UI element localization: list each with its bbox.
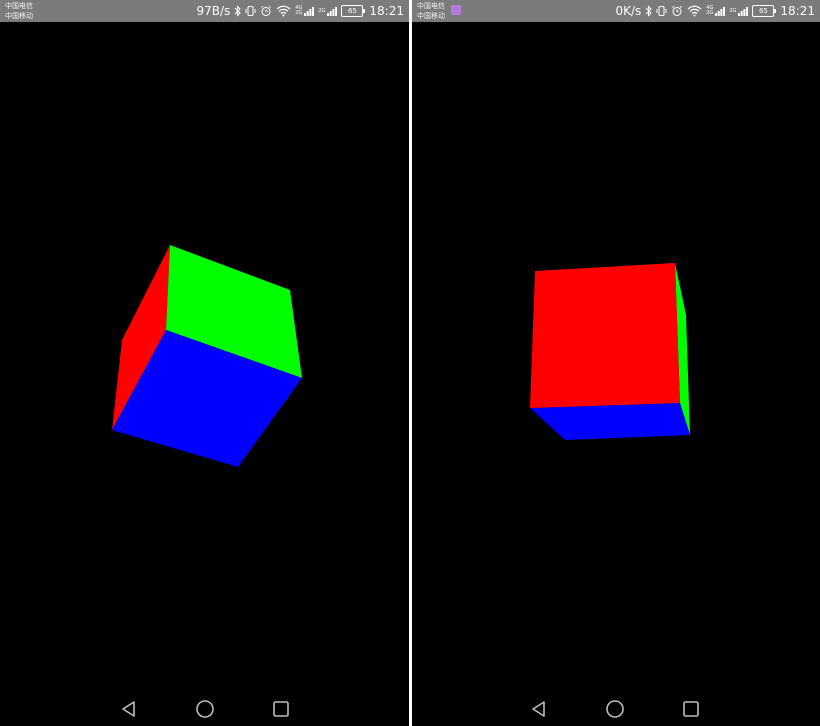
network-type-2g-second: 2G <box>729 7 737 14</box>
network-type-label-2: 2G <box>729 7 737 14</box>
cube-face-front <box>530 263 680 408</box>
recents-button[interactable] <box>268 696 294 722</box>
vibrate-icon <box>245 5 256 17</box>
network-type-label: 4G 2G <box>295 6 302 16</box>
alarm-icon <box>260 5 272 17</box>
signal-icon-2 <box>738 5 749 17</box>
gl-canvas[interactable] <box>0 22 409 692</box>
recents-button[interactable] <box>678 696 704 722</box>
recents-square-icon <box>273 701 289 717</box>
network-type-2g: 2G <box>706 10 714 16</box>
home-button[interactable] <box>192 696 218 722</box>
signal-icon <box>715 5 726 17</box>
clock-time: 18:21 <box>369 4 404 18</box>
battery-icon: 65 <box>341 5 366 17</box>
battery-icon: 65 <box>752 5 777 17</box>
carrier-info: 中国电信 中国移动 <box>417 1 445 21</box>
home-circle-icon <box>196 700 214 718</box>
clock-time: 18:21 <box>780 4 815 18</box>
network-type-label: 4G 2G <box>706 6 713 16</box>
gl-canvas[interactable] <box>412 22 820 692</box>
status-bar: 中国电信 中国移动 0K/s 4G 2G 2G 65 18:21 <box>412 0 820 22</box>
battery-level: 65 <box>758 7 768 15</box>
carrier-info: 中国电信 中国移动 <box>5 1 33 21</box>
vibrate-icon <box>656 5 667 17</box>
cube-face-bottom <box>530 403 690 440</box>
back-triangle-icon <box>532 701 545 717</box>
wifi-icon <box>276 5 291 17</box>
back-button[interactable] <box>116 696 142 722</box>
home-circle-icon <box>606 700 624 718</box>
network-speed: 97B/s <box>196 4 231 18</box>
network-speed: 0K/s <box>615 4 642 18</box>
status-bar: 中国电信 中国移动 97B/s 4G 2G 2G 65 18:21 <box>0 0 409 22</box>
navigation-bar <box>412 692 820 726</box>
phone-screen-left: 中国电信 中国移动 97B/s 4G 2G 2G 65 18:21 <box>0 0 409 726</box>
bluetooth-icon <box>645 5 652 17</box>
carrier-name-1: 中国电信 <box>5 2 33 10</box>
carrier-name-2: 中国移动 <box>417 12 445 20</box>
carrier-name-2: 中国移动 <box>5 12 33 20</box>
network-type-2g-second: 2G <box>318 7 326 14</box>
navigation-bar <box>0 692 409 726</box>
recents-square-icon <box>683 701 699 717</box>
phone-screen-right: 中国电信 中国移动 0K/s 4G 2G 2G 65 18:21 <box>412 0 820 726</box>
status-icons: 97B/s 4G 2G 2G 65 18:21 <box>196 0 404 22</box>
wifi-icon <box>687 5 702 17</box>
back-button[interactable] <box>526 696 552 722</box>
home-button[interactable] <box>602 696 628 722</box>
network-type-label-2: 2G <box>318 7 326 14</box>
carrier-name-1: 中国电信 <box>417 2 445 10</box>
alarm-icon <box>671 5 683 17</box>
signal-icon-2 <box>327 5 338 17</box>
back-triangle-icon <box>122 701 135 717</box>
app-notification-icon <box>451 5 461 15</box>
battery-level: 65 <box>347 7 357 15</box>
network-type-2g: 2G <box>295 10 303 16</box>
status-icons: 0K/s 4G 2G 2G 65 18:21 <box>615 0 815 22</box>
bluetooth-icon <box>234 5 241 17</box>
signal-icon <box>304 5 315 17</box>
